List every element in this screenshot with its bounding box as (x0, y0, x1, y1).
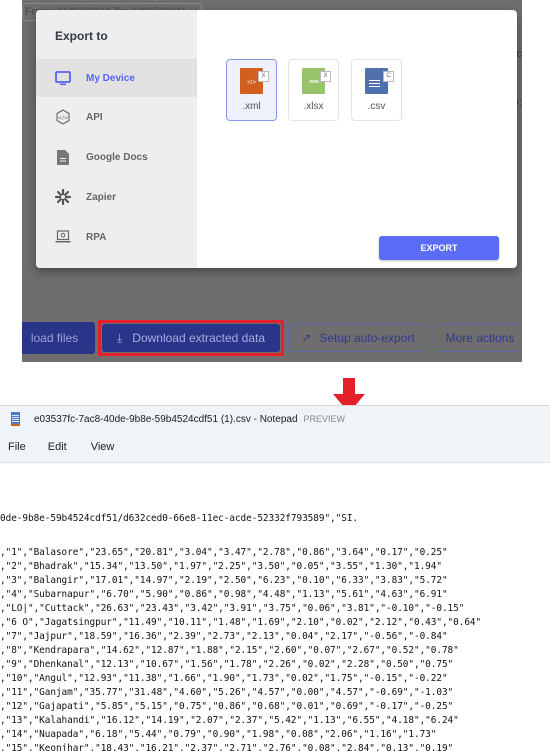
menu-bar: File Edit View (0, 432, 550, 463)
format-label: .csv (367, 101, 386, 112)
file-badge: X (320, 71, 331, 82)
text-line: ,"2","Bhadrak","15.34","13.50","1.97","2… (0, 561, 442, 572)
window-title: e03537fc-7ac8-40de-9b8e-59b4524cdf51 (1)… (34, 413, 298, 425)
sidebar-item-my-device[interactable]: My Device (36, 59, 197, 97)
menu-file[interactable]: File (8, 441, 26, 453)
sidebar-item-zapier[interactable]: Zapier (36, 178, 197, 216)
text-line: ,"14","Nuapada","6.18","5.44","0.79","0.… (0, 729, 437, 740)
text-line: ,"LO|","Cuttack","26.63","23.43","3.42",… (0, 603, 465, 614)
api-code-icon: </> (54, 108, 72, 126)
modal-title: Export to (55, 29, 108, 43)
upload-files-button[interactable]: load files (22, 322, 95, 354)
sidebar-item-google-docs[interactable]: Google Docs (36, 138, 197, 176)
rpa-laptop-icon (54, 228, 72, 246)
text-line: ,"13","Kalahandi","16.12","14.19","2.07"… (0, 715, 459, 726)
text-line: ,"8","Kendrapara","14.62","12.87","1.88"… (0, 645, 459, 656)
text-line: 0de-9b8e-59b4524cdf51/d632ced0-66e8-11ec… (0, 513, 359, 524)
app-screenshot: From: 11/27/2021 To: 12/27/2021 ∨ ec D: … (22, 0, 522, 362)
sidebar-item-rpa[interactable]: RPA (36, 218, 197, 256)
notepad-title-bar: e03537fc-7ac8-40de-9b8e-59b4524cdf51 (1)… (0, 406, 550, 432)
format-label: .xml (242, 101, 261, 112)
notepad-window: e03537fc-7ac8-40de-9b8e-59b4524cdf51 (1)… (0, 405, 550, 751)
svg-text:</>: </> (57, 116, 68, 122)
monitor-icon (54, 69, 72, 87)
file-badge: X (258, 71, 269, 82)
sidebar-item-label: Google Docs (86, 151, 148, 163)
text-line: ,"3","Balangir","17.01","14.97","2.19","… (0, 575, 448, 586)
zapier-asterisk-icon (54, 188, 72, 206)
text-line: ,"4","Subarnapur","6.70","5.90","0.86","… (0, 589, 448, 600)
button-label: Download extracted data (132, 331, 266, 345)
button-label: Setup auto-export (319, 331, 415, 345)
text-line: ,"6 O","Jagatsingpur","11.49","10.11","1… (0, 617, 482, 628)
button-label: load files (30, 331, 79, 345)
button-label: More actions (445, 331, 515, 345)
text-line: ,"10","Angul","12.93","11.38","1.66","1.… (0, 673, 448, 684)
export-destination-sidebar: Export to My Device </> API Google Docs (36, 10, 197, 268)
download-icon: ⤓ (116, 330, 123, 345)
text-line: ,"12","Gajapati","5.85","5.15","0.75","0… (0, 701, 454, 712)
text-line: ,"11","Ganjam","35.77","31.48","4.60","5… (0, 687, 454, 698)
text-line: ,"7","Jajpur","18.59","16.36","2.39","2.… (0, 631, 448, 642)
text-editor-area[interactable]: 0de-9b8e-59b4524cdf51/d632ced0-66e8-11ec… (0, 463, 550, 751)
sidebar-item-label: API (86, 111, 103, 123)
sidebar-item-api[interactable]: </> API (36, 98, 197, 136)
text-line: ,"1","Balasore","23.65","20.81","3.04","… (0, 547, 448, 558)
format-option-csv[interactable]: C .csv (351, 59, 402, 121)
menu-edit[interactable]: Edit (48, 441, 67, 453)
sidebar-item-label: My Device (86, 72, 135, 84)
format-option-xml[interactable]: </> X .xml (226, 59, 277, 121)
more-actions-button[interactable]: More actions (435, 324, 522, 352)
action-bar: load files ⤓ Download extracted data ↗ S… (22, 320, 522, 356)
file-badge: C (383, 71, 394, 82)
download-extracted-data-button[interactable]: ⤓ Download extracted data (102, 324, 280, 352)
menu-view[interactable]: View (91, 441, 115, 453)
setup-auto-export-button[interactable]: ↗ Setup auto-export (288, 324, 428, 352)
export-button[interactable]: EXPORT (379, 236, 499, 260)
format-label: .xlsx (303, 101, 324, 112)
notepad-app-icon (11, 412, 20, 426)
preview-label: PREVIEW (303, 414, 346, 424)
text-line: ,"9","Dhenkanal","12.13","10.67","1.56",… (0, 659, 454, 670)
arrow-up-right-icon: ↗ (301, 331, 312, 345)
sidebar-item-label: Zapier (86, 191, 117, 203)
sidebar-item-label: RPA (86, 231, 107, 243)
format-option-xlsx[interactable]: ≡≡≡ X .xlsx (288, 59, 339, 121)
document-icon (54, 148, 72, 166)
export-modal: Export to My Device </> API Google Docs (36, 10, 517, 268)
